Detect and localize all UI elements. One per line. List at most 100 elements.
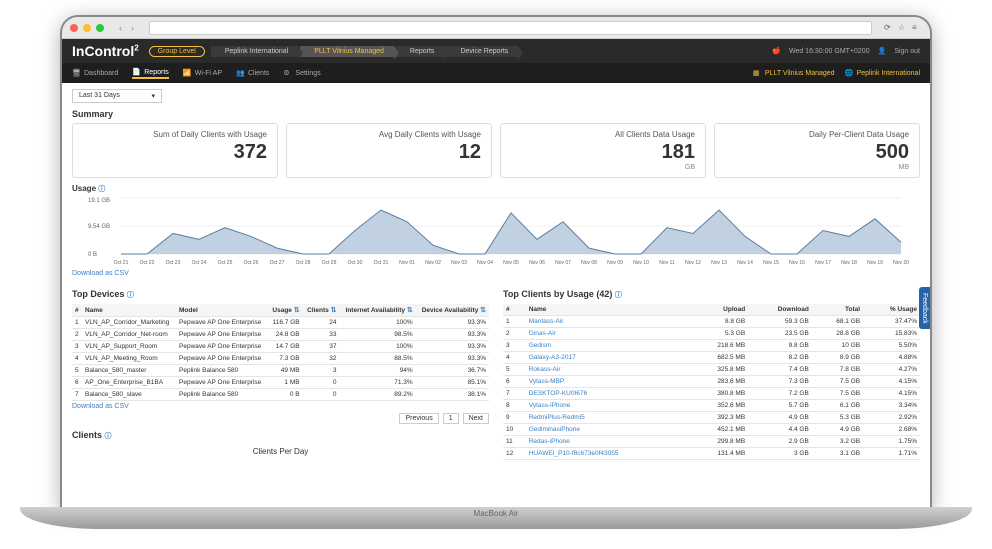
- col-header[interactable]: #: [503, 304, 526, 316]
- summary-card: Avg Daily Clients with Usage12: [286, 123, 492, 178]
- user-icon[interactable]: 👤: [878, 47, 887, 55]
- sort-icon[interactable]: ⇅: [294, 307, 300, 314]
- nav-context-item[interactable]: 🌐Peplink International: [845, 69, 920, 78]
- signout-link[interactable]: Sign out: [894, 48, 920, 55]
- col-header[interactable]: Device Availability ⇅: [416, 304, 489, 317]
- feedback-tab[interactable]: Feedback: [919, 287, 930, 330]
- cell[interactable]: DESKTOP-KU0I676: [526, 388, 690, 400]
- table-row[interactable]: 7DESKTOP-KU0I676380.8 MB7.2 GB7.5 GB4.15…: [503, 388, 920, 400]
- card-value: 372: [83, 141, 267, 164]
- forward-icon[interactable]: ›: [128, 23, 137, 33]
- table-row[interactable]: 4Galaxy-A3-2017682.5 MB8.2 GB8.9 GB4.88%: [503, 352, 920, 364]
- col-header[interactable]: Name: [82, 304, 176, 317]
- card-label: Sum of Daily Clients with Usage: [83, 130, 267, 139]
- window-controls[interactable]: [70, 24, 104, 32]
- cell[interactable]: Galaxy-A3-2017: [526, 352, 690, 364]
- cell: 4.15%: [863, 388, 920, 400]
- period-dropdown[interactable]: Last 31 Days▾: [72, 89, 162, 103]
- nav-item-wi-fi-ap[interactable]: 📶Wi-Fi AP: [183, 68, 222, 79]
- table-row[interactable]: 1VLN_AP_Corridor_MarketingPepwave AP One…: [72, 317, 489, 329]
- cell[interactable]: Redas-iPhone: [526, 436, 690, 448]
- table-row[interactable]: 6Vytass-MBP283.6 MB7.3 GB7.5 GB4.15%: [503, 376, 920, 388]
- table-row[interactable]: 5Balance_580_masterPeplink Balance 58049…: [72, 365, 489, 377]
- info-icon[interactable]: ⓘ: [98, 186, 105, 193]
- cell: 93.3%: [416, 329, 489, 341]
- refresh-icon[interactable]: ⟳: [884, 23, 894, 33]
- nav-item-clients[interactable]: 👥Clients: [236, 68, 269, 79]
- cell: 100%: [339, 341, 415, 353]
- group-level-pill[interactable]: Group Level: [149, 46, 205, 57]
- cell[interactable]: Ginas-Air: [526, 328, 690, 340]
- col-header[interactable]: Upload: [690, 304, 748, 316]
- cell: 38.1%: [416, 389, 489, 401]
- col-header[interactable]: Internet Availability ⇅: [339, 304, 415, 317]
- cell[interactable]: Rokass-Air: [526, 364, 690, 376]
- col-header[interactable]: Usage ⇅: [268, 304, 303, 317]
- table-row[interactable]: 8Vytass-iPhone352.6 MB5.7 GB6.1 GB3.34%: [503, 400, 920, 412]
- cell[interactable]: Mantass-Air: [526, 316, 690, 328]
- col-header[interactable]: Model: [176, 304, 268, 317]
- col-header[interactable]: Download: [748, 304, 812, 316]
- col-header[interactable]: Total: [812, 304, 863, 316]
- sort-icon[interactable]: ⇅: [480, 307, 486, 314]
- cell[interactable]: GediminasiPhone: [526, 424, 690, 436]
- table-row[interactable]: 4VLN_AP_Meeting_RoomPepwave AP One Enter…: [72, 353, 489, 365]
- next-button[interactable]: Next: [463, 413, 489, 424]
- nav-item-settings[interactable]: ⚙Settings: [283, 68, 320, 79]
- download-csv-link[interactable]: Download as CSV: [72, 270, 129, 277]
- sort-icon[interactable]: ⇅: [331, 307, 337, 314]
- card-label: All Clients Data Usage: [511, 130, 695, 139]
- cell: 3: [503, 340, 526, 352]
- cell[interactable]: HUAWEI_P10-f8c673e0f43055: [526, 448, 690, 460]
- cell[interactable]: Vytass-MBP: [526, 376, 690, 388]
- table-row[interactable]: 3Gedism218.6 MB9.8 GB10 GB5.50%: [503, 340, 920, 352]
- summary-card: Sum of Daily Clients with Usage 372: [72, 123, 278, 178]
- table-row[interactable]: 6AP_One_Enterprise_B1BAPepwave AP One En…: [72, 377, 489, 389]
- table-row[interactable]: 2VLN_AP_Corridor_Net-roomPepwave AP One …: [72, 329, 489, 341]
- cell: 7.5 GB: [812, 376, 863, 388]
- minimize-icon[interactable]: [83, 24, 91, 32]
- cell: 5: [72, 365, 82, 377]
- table-row[interactable]: 5Rokass-Air325.8 MB7.4 GB7.8 GB4.27%: [503, 364, 920, 376]
- info-icon[interactable]: ⓘ: [615, 292, 622, 299]
- table-row[interactable]: 1Mantass-Air8.8 GB59.3 GB68.1 GB37.47%: [503, 316, 920, 328]
- close-icon[interactable]: [70, 24, 78, 32]
- nav-context-item[interactable]: ▦PLLT Vilnius Managed: [753, 69, 835, 78]
- table-row[interactable]: 11Redas-iPhone299.8 MB2.9 GB3.2 GB1.75%: [503, 436, 920, 448]
- address-bar[interactable]: [149, 21, 872, 35]
- download-csv-link[interactable]: Download as CSV: [72, 403, 129, 410]
- nav-item-dashboard[interactable]: 🖥Dashboard: [72, 68, 118, 79]
- table-row[interactable]: 2Ginas-Air5.3 GB23.5 GB28.8 GB15.83%: [503, 328, 920, 340]
- breadcrumb-item[interactable]: Reports: [396, 46, 445, 57]
- breadcrumb-item[interactable]: Device Reports: [446, 46, 518, 57]
- info-icon[interactable]: ⓘ: [127, 292, 134, 299]
- info-icon[interactable]: ⓘ: [105, 433, 112, 440]
- svg-text:Nov 05: Nov 05: [503, 260, 519, 266]
- bookmark-icon[interactable]: ☆: [898, 23, 908, 33]
- menu-icon[interactable]: ≡: [912, 23, 922, 33]
- cell: 7.3 GB: [748, 376, 812, 388]
- cell: 0: [303, 377, 340, 389]
- cell[interactable]: Vytass-iPhone: [526, 400, 690, 412]
- col-header[interactable]: Name: [526, 304, 690, 316]
- table-row[interactable]: 7Balance_580_slavePeplink Balance 5800 B…: [72, 389, 489, 401]
- col-header[interactable]: % Usage: [863, 304, 920, 316]
- doc-icon: 📄: [132, 68, 141, 77]
- col-header[interactable]: #: [72, 304, 82, 317]
- cell[interactable]: RedmiPlus-Redmi5: [526, 412, 690, 424]
- breadcrumb-item[interactable]: PLLT Vilnius Managed: [300, 46, 394, 57]
- back-icon[interactable]: ‹: [116, 23, 125, 33]
- col-header[interactable]: Clients ⇅: [303, 304, 340, 317]
- cell: 7.3 GB: [268, 353, 303, 365]
- sort-icon[interactable]: ⇅: [407, 307, 413, 314]
- maximize-icon[interactable]: [96, 24, 104, 32]
- svg-text:Oct 29: Oct 29: [322, 260, 337, 266]
- table-row[interactable]: 10GediminasiPhone452.1 MB4.4 GB4.9 GB2.6…: [503, 424, 920, 436]
- table-row[interactable]: 3VLN_AP_Support_RoomPepwave AP One Enter…: [72, 341, 489, 353]
- table-row[interactable]: 12HUAWEI_P10-f8c673e0f43055131.4 MB3 GB3…: [503, 448, 920, 460]
- table-row[interactable]: 9RedmiPlus-Redmi5392.3 MB4.9 GB5.3 GB2.9…: [503, 412, 920, 424]
- breadcrumb-item[interactable]: Peplink International: [211, 46, 298, 57]
- cell[interactable]: Gedism: [526, 340, 690, 352]
- prev-button[interactable]: Previous: [399, 413, 438, 424]
- nav-item-reports[interactable]: 📄Reports: [132, 68, 169, 79]
